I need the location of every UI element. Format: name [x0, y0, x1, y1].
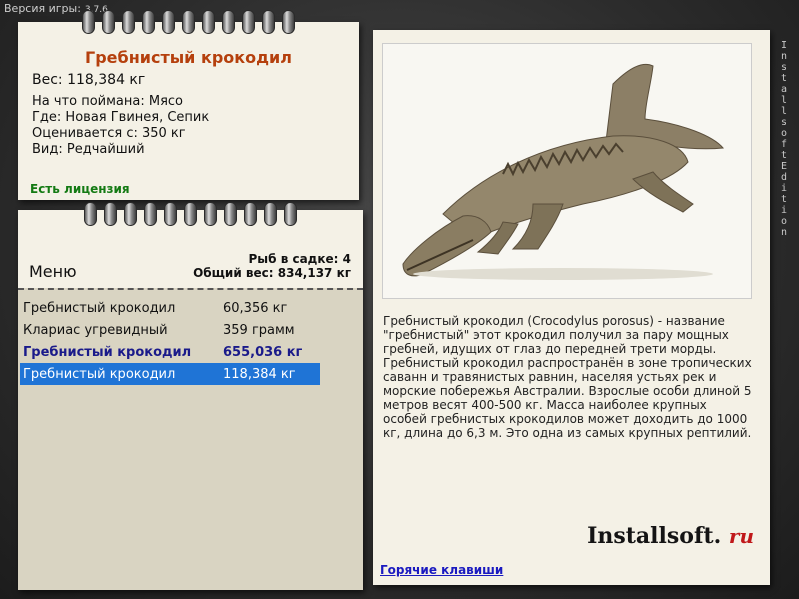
fish-weight: 60,356 кг	[223, 300, 288, 316]
fish-weight: Вес: 118,384 кг	[32, 72, 146, 88]
location: Где: Новая Гвинея, Сепик	[32, 110, 210, 125]
binder-ring-icon	[244, 202, 257, 226]
binder-ring-icon	[182, 10, 195, 34]
binder-ring-icon	[262, 10, 275, 34]
fish-name: Гребнистый крокодил	[23, 366, 176, 382]
binder-ring-icon	[224, 202, 237, 226]
binder-ring-icon	[284, 202, 297, 226]
fish-count: Рыб в садке: 4	[248, 252, 352, 266]
binder-ring-icon	[164, 202, 177, 226]
binder-ring-icon	[202, 10, 215, 34]
binder-ring-icon	[144, 202, 157, 226]
binder-ring-icon	[222, 10, 235, 34]
binder-ring-icon	[204, 202, 217, 226]
list-item-selected[interactable]: Гребнистый крокодил 118,384 кг	[20, 363, 320, 385]
keepnet-summary: Рыб в садке: 4 Общий вес: 834,137 кг	[193, 252, 351, 280]
fish-weight: 655,036 кг	[223, 344, 303, 360]
divider	[18, 288, 363, 290]
binder-ring-icon	[142, 10, 155, 34]
total-weight: Общий вес: 834,137 кг	[193, 266, 351, 280]
fish-name: Гребнистый крокодил	[23, 344, 192, 360]
binder-ring-icon	[242, 10, 255, 34]
binder-ring-icon	[84, 202, 97, 226]
crocodile-photo	[382, 43, 752, 299]
binder-ring-icon	[162, 10, 175, 34]
list-item[interactable]: Клариас угревидный 359 грамм	[20, 319, 320, 341]
binder-ring-icon	[124, 202, 137, 226]
fish-name: Клариас угревидный	[23, 322, 168, 338]
binder-ring-icon	[104, 202, 117, 226]
fish-list: Гребнистый крокодил 60,356 кг Клариас уг…	[20, 297, 320, 385]
fish-name: Гребнистый крокодил	[23, 300, 176, 316]
binder-rings	[18, 202, 363, 226]
menu-button[interactable]: Меню	[29, 262, 77, 281]
fish-weight: 118,384 кг	[223, 366, 296, 382]
valued-from: Оценивается с: 350 кг	[32, 126, 186, 141]
description-card: Гребнистый крокодил (Crocodylus porosus)…	[373, 30, 770, 585]
keepnet-card: Рыб в садке: 4 Общий вес: 834,137 кг Мен…	[18, 202, 363, 590]
installsoft-logo: Installsoft. ru	[587, 523, 754, 549]
list-item[interactable]: Гребнистый крокодил 655,036 кг	[20, 341, 320, 363]
binder-ring-icon	[184, 202, 197, 226]
caught-on: На что поймана: Мясо	[32, 94, 184, 109]
fish-description: Гребнистый крокодил (Crocodylus porosus)…	[383, 314, 752, 440]
hotkeys-link[interactable]: Горячие клавиши	[380, 563, 503, 577]
binder-rings	[18, 10, 359, 34]
binder-ring-icon	[264, 202, 277, 226]
fish-weight: 359 грамм	[223, 322, 295, 338]
binder-ring-icon	[282, 10, 295, 34]
license-status: Есть лицензия	[30, 182, 130, 196]
binder-ring-icon	[102, 10, 115, 34]
binder-ring-icon	[122, 10, 135, 34]
fish-info-card: Гребнистый крокодил Вес: 118,384 кг На ч…	[18, 10, 359, 200]
binder-ring-icon	[82, 10, 95, 34]
fish-title: Гребнистый крокодил	[85, 48, 292, 67]
rarity: Вид: Редчайший	[32, 142, 145, 157]
edition-label: Installsoft Edition	[780, 40, 788, 238]
crocodile-illustration	[402, 63, 724, 280]
list-item[interactable]: Гребнистый крокодил 60,356 кг	[20, 297, 320, 319]
